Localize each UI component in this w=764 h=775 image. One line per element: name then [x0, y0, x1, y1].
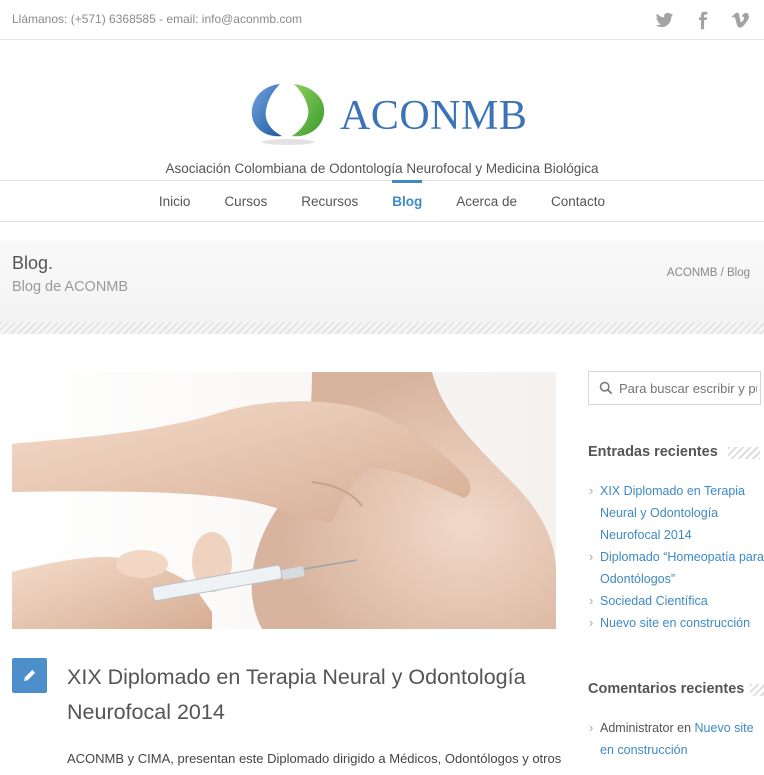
social-links [654, 10, 750, 30]
nav-item-cursos[interactable]: Cursos [207, 194, 284, 209]
recent-comments-list: Administrator en Nuevo site en construcc… [588, 717, 764, 761]
list-item[interactable]: Diplomado “Homeopatía para Odontólogos” [588, 546, 764, 590]
recent-posts-list: XIX Diplomado en Terapia Neural y Odonto… [588, 480, 764, 634]
main-nav: Inicio Cursos Recursos Blog Acerca de Co… [0, 179, 764, 222]
site-logo[interactable]: ACONMB [0, 78, 764, 148]
nav-item-inicio[interactable]: Inicio [142, 194, 208, 209]
header-divider [0, 322, 764, 334]
vimeo-icon[interactable] [730, 10, 750, 30]
nav-item-recursos[interactable]: Recursos [284, 194, 375, 209]
injection-photo [12, 372, 556, 629]
title-stripe [728, 447, 760, 459]
comment-joiner: en [677, 721, 692, 735]
twitter-icon[interactable] [654, 10, 674, 30]
page-subtitle: Blog de ACONMB [12, 279, 129, 295]
recent-comments-title-text: Comentarios recientes [588, 681, 745, 697]
breadcrumb[interactable]: ACONMB / Blog [667, 267, 750, 279]
search-box[interactable] [588, 371, 761, 405]
post-excerpt: ACONMB y CIMA, presentan este Diplomado … [67, 751, 562, 766]
page-title: Blog. [12, 253, 54, 273]
list-item: Administrator en Nuevo site en construcc… [588, 717, 764, 761]
recent-posts-title: Entradas recientes [588, 444, 761, 460]
top-bar: Llámanos: (+571) 6368585 - email: info@a… [0, 0, 764, 40]
title-stripe [750, 684, 764, 696]
contact-info: Llámanos: (+571) 6368585 - email: info@a… [12, 12, 303, 26]
logo-mark-icon [251, 84, 325, 145]
recent-comments-title: Comentarios recientes [588, 681, 764, 697]
facebook-icon[interactable] [692, 10, 712, 30]
site-tagline: Asociación Colombiana de Odontología Neu… [165, 161, 599, 176]
list-item[interactable]: Sociedad Científica [588, 590, 764, 612]
nav-item-blog[interactable]: Blog [375, 179, 439, 209]
search-icon [599, 381, 613, 395]
nav-item-acerca-de[interactable]: Acerca de [439, 194, 534, 209]
nav-item-contacto[interactable]: Contacto [534, 194, 622, 209]
pencil-icon [12, 658, 47, 693]
search-input[interactable] [619, 377, 757, 399]
logo-text: ACONMB [340, 93, 528, 139]
list-item[interactable]: XIX Diplomado en Terapia Neural y Odonto… [588, 480, 764, 546]
comment-author: Administrator [600, 721, 674, 735]
post-featured-image[interactable] [12, 372, 556, 629]
post-title[interactable]: XIX Diplomado en Terapia Neural y Odonto… [67, 660, 557, 730]
recent-posts-title-text: Entradas recientes [588, 444, 718, 460]
page-header: Blog. Blog de ACONMB ACONMB / Blog [0, 240, 764, 322]
list-item[interactable]: Nuevo site en construcción [588, 612, 764, 634]
